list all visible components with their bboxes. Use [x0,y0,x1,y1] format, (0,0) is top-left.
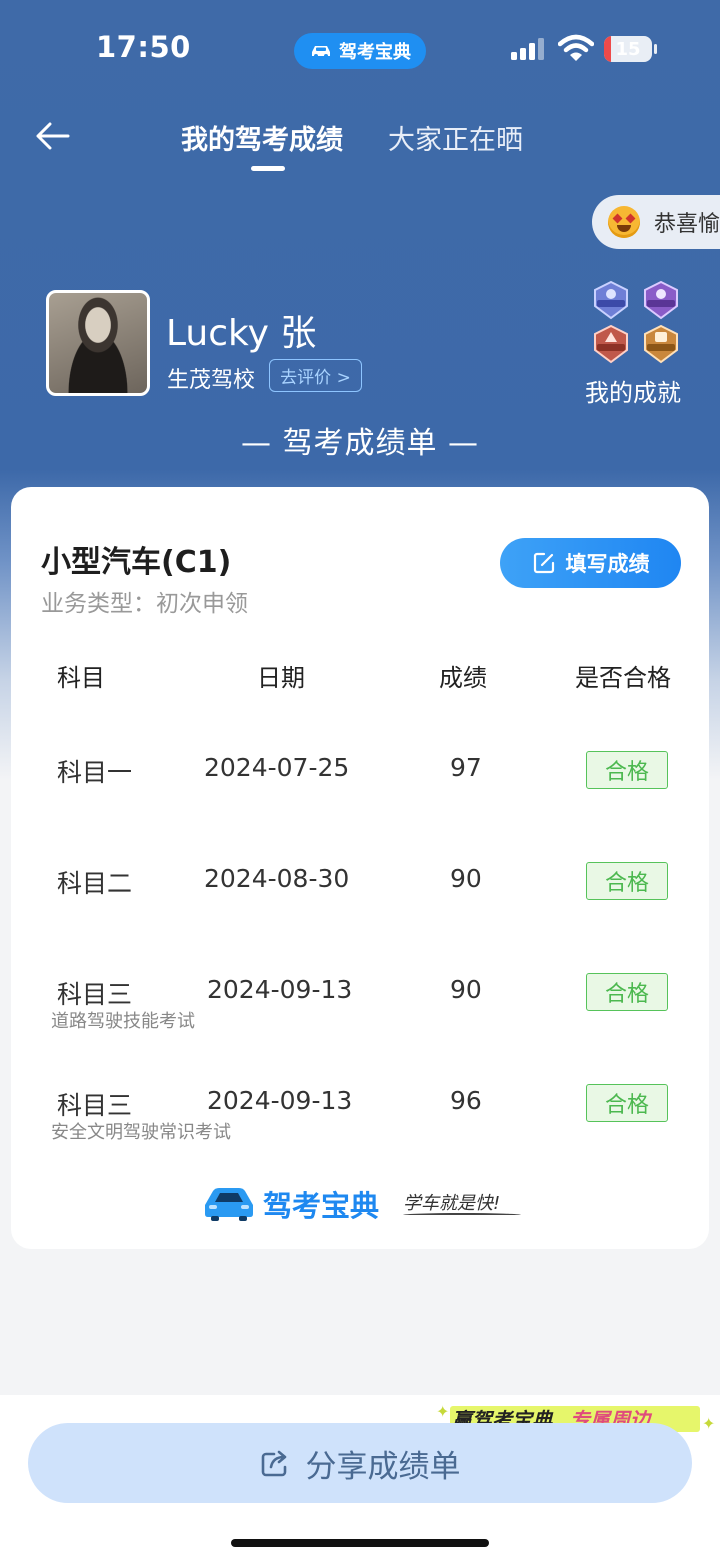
row-subject-note: 安全文明驾驶常识考试 [51,1122,231,1143]
user-name: Lucky 张 [166,313,317,354]
share-report-button[interactable]: 分享成绩单 [28,1423,692,1503]
column-header-date: 日期 [257,664,305,692]
brand-footer: 驾考宝典 学车就是快! [201,1183,541,1223]
column-header-score: 成绩 [439,664,487,692]
congrats-bubble[interactable]: 恭喜愉 [592,195,720,249]
cellular-signal-icon [511,38,544,60]
pass-status-badge: 合格 [586,1084,668,1122]
home-indicator [231,1539,489,1547]
column-header-passed: 是否合格 [575,664,671,692]
badge-subject-four-icon[interactable] [641,324,681,364]
pass-status-badge: 合格 [586,862,668,900]
fill-scores-button[interactable]: 填写成绩 [500,538,681,588]
my-achievements-link[interactable]: 我的成就 [585,373,681,408]
battery-tip [654,44,657,54]
sparkle-icon: ✦ [436,1402,450,1421]
brand-car-logo-icon [205,1188,253,1221]
sparkle-icon: ✦ [702,1414,716,1433]
row-date: 2024-08-30 [204,864,350,893]
business-type: 业务类型：初次申领 [41,591,248,617]
driving-school-name: 生茂驾校 [167,368,256,393]
row-subject: 科目二 [57,869,133,898]
congrats-text: 恭喜愉 [654,212,720,237]
share-report-label: 分享成绩单 [305,1448,461,1485]
row-score: 90 [450,975,482,1004]
badge-subject-one-icon[interactable] [591,280,631,320]
table-row: 科目二 2024-08-30 90 合格 [11,862,709,944]
badge-subject-two-icon[interactable] [641,280,681,320]
brand-slogan: 学车就是快! [403,1193,501,1214]
row-score: 96 [450,1086,482,1115]
row-subject: 科目一 [57,758,133,787]
battery-icon: 15 [604,36,652,62]
row-date: 2024-09-13 [207,1086,353,1115]
score-report-heading: — 驾考成绩单 — [240,426,480,461]
app-indicator-pill: 驾考宝典 [294,33,426,69]
active-tab-indicator [251,166,285,171]
status-time: 17:50 [96,30,191,64]
car-icon [312,46,330,58]
app-indicator-label: 驾考宝典 [339,42,411,63]
row-subject: 科目三 [57,1091,133,1120]
row-score: 90 [450,864,482,893]
row-date: 2024-07-25 [204,753,350,782]
pass-status-badge: 合格 [586,751,668,789]
row-date: 2024-09-13 [207,975,353,1004]
column-header-subject: 科目 [57,664,105,692]
score-report-card: 小型汽车(C1) 业务类型：初次申领 填写成绩 科目 日期 成绩 是否合格 科目… [11,487,709,1249]
pass-status-badge: 合格 [586,973,668,1011]
row-subject-note: 道路驾驶技能考试 [51,1011,195,1032]
slogan-underline [403,1213,521,1217]
battery-level-text: 15 [615,38,641,60]
row-score: 97 [450,753,482,782]
brand-name: 驾考宝典 [263,1189,380,1223]
wifi-icon [558,34,594,61]
table-row: 科目一 2024-07-25 97 合格 [11,751,709,833]
share-icon [261,1450,286,1477]
row-subject: 科目三 [57,980,133,1009]
tab-everyone-sharing[interactable]: 大家正在晒 [388,118,523,157]
table-row: 科目三 道路驾驶技能考试 2024-09-13 90 合格 [11,973,709,1055]
back-arrow-icon[interactable] [34,118,74,154]
tab-my-scores[interactable]: 我的驾考成绩 [181,118,343,157]
vehicle-class: 小型汽车(C1) [41,545,232,580]
edit-icon [533,552,554,574]
table-row: 科目三 安全文明驾驶常识考试 2024-09-13 96 合格 [11,1084,709,1166]
rate-school-button[interactable]: 去评价 > [269,359,362,392]
badge-subject-three-icon[interactable] [591,324,631,364]
avatar[interactable] [46,290,150,396]
star-struck-emoji-icon [608,206,640,238]
status-bar: 17:50 驾考宝典 15 [0,0,720,100]
fill-scores-label: 填写成绩 [565,552,650,576]
